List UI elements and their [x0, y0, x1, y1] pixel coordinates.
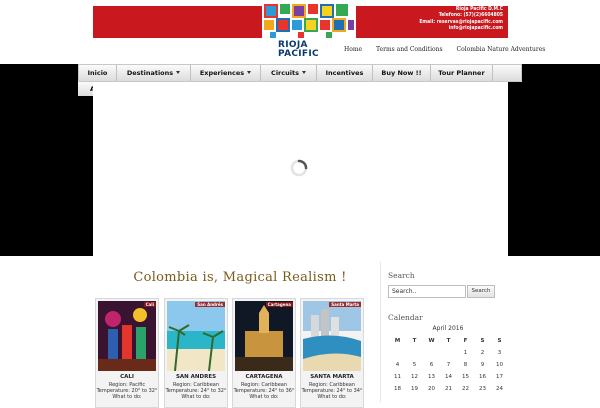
nav-label: Experiences	[199, 69, 245, 77]
contact-info: Rioja Pacific D.M.C Telefono: (57)(2)660…	[419, 6, 503, 32]
calendar-day[interactable]: 1	[457, 349, 474, 357]
caret-down-icon	[247, 71, 252, 74]
calendar-weekday: S	[480, 338, 485, 344]
nav-label: Destinations	[126, 69, 174, 77]
calendar-day[interactable]: 4	[389, 361, 406, 369]
photo-tag: Cali	[143, 302, 156, 307]
nav-item-experiences[interactable]: Experiences	[191, 65, 261, 81]
calendar-weekday: M	[394, 338, 401, 344]
destination-card-cali[interactable]: Cali CALI Region: Pacific Temperature: 2…	[95, 298, 159, 408]
nav-item-buy-now[interactable]: Buy Now !!	[373, 65, 431, 81]
main-nav: Inicio Destinations Experiences Circuits…	[78, 64, 522, 82]
link-home[interactable]: Home	[344, 46, 362, 53]
caret-down-icon	[176, 71, 181, 74]
card-title: SANTA MARTA	[310, 374, 354, 380]
calendar-day[interactable]: 13	[423, 373, 440, 381]
calendar-day[interactable]: 15	[457, 373, 474, 381]
calendar-weekday: T	[446, 338, 451, 344]
calendar-day[interactable]: 22	[457, 385, 474, 393]
nav-label: Incentives	[325, 69, 364, 77]
link-nature-adventures[interactable]: Colombia Nature Adventures	[456, 46, 545, 53]
search-button[interactable]: Search	[467, 285, 495, 298]
top-links: Home Terms and Conditions Colombia Natur…	[344, 46, 557, 54]
calendar-day[interactable]: 21	[440, 385, 457, 393]
nav-item-overflow[interactable]: A	[78, 82, 95, 96]
caret-down-icon	[301, 71, 306, 74]
calendar-day[interactable]: 17	[491, 373, 508, 381]
calendar-day[interactable]: 14	[440, 373, 457, 381]
nav-item-destinations[interactable]: Destinations	[117, 65, 191, 81]
calendar-weekday: S	[497, 338, 502, 344]
brand-name-line2: PACIFIC	[278, 49, 319, 59]
loading-spinner-icon	[290, 159, 308, 177]
calendar-day[interactable]: 16	[474, 373, 491, 381]
destination-card-san-andres[interactable]: San Andrés SAN ANDRES Region: Caribbean …	[164, 298, 228, 408]
nav-label: Inicio	[87, 69, 108, 77]
calendar-weekday: T	[412, 338, 417, 344]
site-logo[interactable]: RIOJA PACIFIC	[262, 4, 356, 60]
card-title: CALI	[120, 374, 134, 380]
nav-item-inicio[interactable]: Inicio	[79, 65, 117, 81]
photo-tag: Cartagena	[265, 302, 293, 307]
link-terms[interactable]: Terms and Conditions	[376, 46, 443, 53]
nav-label: Buy Now !!	[381, 69, 422, 77]
calendar-day[interactable]: 9	[474, 361, 491, 369]
nav-item-incentives[interactable]: Incentives	[317, 65, 373, 81]
search-widget-title: Search	[388, 271, 415, 280]
calendar-caption: April 2016	[432, 325, 464, 332]
calendar-day[interactable]: 5	[406, 361, 423, 369]
calendar-day[interactable]: 20	[423, 385, 440, 393]
calendar-day[interactable]: 10	[491, 361, 508, 369]
contact-email-info[interactable]: info@riojapacific.com	[419, 25, 503, 31]
destination-photo: San Andrés	[167, 301, 225, 371]
calendar-day[interactable]: 19	[406, 385, 423, 393]
logo-mosaic-icon	[264, 4, 354, 38]
calendar-weekday: F	[463, 338, 468, 344]
card-todo: What to do:	[317, 394, 347, 400]
nav-item-circuits[interactable]: Circuits	[261, 65, 317, 81]
calendar-day[interactable]: 24	[491, 385, 508, 393]
card-todo: What to do:	[249, 394, 279, 400]
destination-photo: Santa Marta	[303, 301, 361, 371]
nav-item-tour-planner[interactable]: Tour Planner	[431, 65, 493, 81]
calendar-day[interactable]: 18	[389, 385, 406, 393]
calendar-day[interactable]: 11	[389, 373, 406, 381]
card-todo: What to do:	[181, 394, 211, 400]
page-headline: Colombia is, Magical Realism !	[133, 270, 347, 285]
calendar-day[interactable]: 3	[491, 349, 508, 357]
calendar-day[interactable]: 7	[440, 361, 457, 369]
calendar-day[interactable]: 8	[457, 361, 474, 369]
destination-card-santa-marta[interactable]: Santa Marta SANTA MARTA Region: Caribbea…	[300, 298, 364, 408]
card-title: CARTAGENA	[245, 374, 283, 380]
nav-label: Tour Planner	[438, 69, 485, 77]
card-todo: What to do:	[112, 394, 142, 400]
calendar-day[interactable]: 23	[474, 385, 491, 393]
calendar-day[interactable]: 12	[406, 373, 423, 381]
destination-photo: Cali	[98, 301, 156, 371]
sidebar-divider	[380, 262, 381, 402]
photo-tag: Santa Marta	[329, 302, 361, 307]
calendar-widget-title: Calendar	[388, 313, 423, 322]
destination-card-cartagena[interactable]: Cartagena CARTAGENA Region: Caribbean Te…	[232, 298, 296, 408]
destination-photo: Cartagena	[235, 301, 293, 371]
calendar-day[interactable]: 2	[474, 349, 491, 357]
search-input[interactable]: Search..	[388, 285, 466, 298]
nav-label: Circuits	[271, 69, 299, 77]
calendar-weekday: W	[428, 338, 435, 344]
calendar-day[interactable]: 6	[423, 361, 440, 369]
card-title: SAN ANDRES	[175, 374, 217, 380]
photo-tag: San Andrés	[195, 302, 225, 307]
